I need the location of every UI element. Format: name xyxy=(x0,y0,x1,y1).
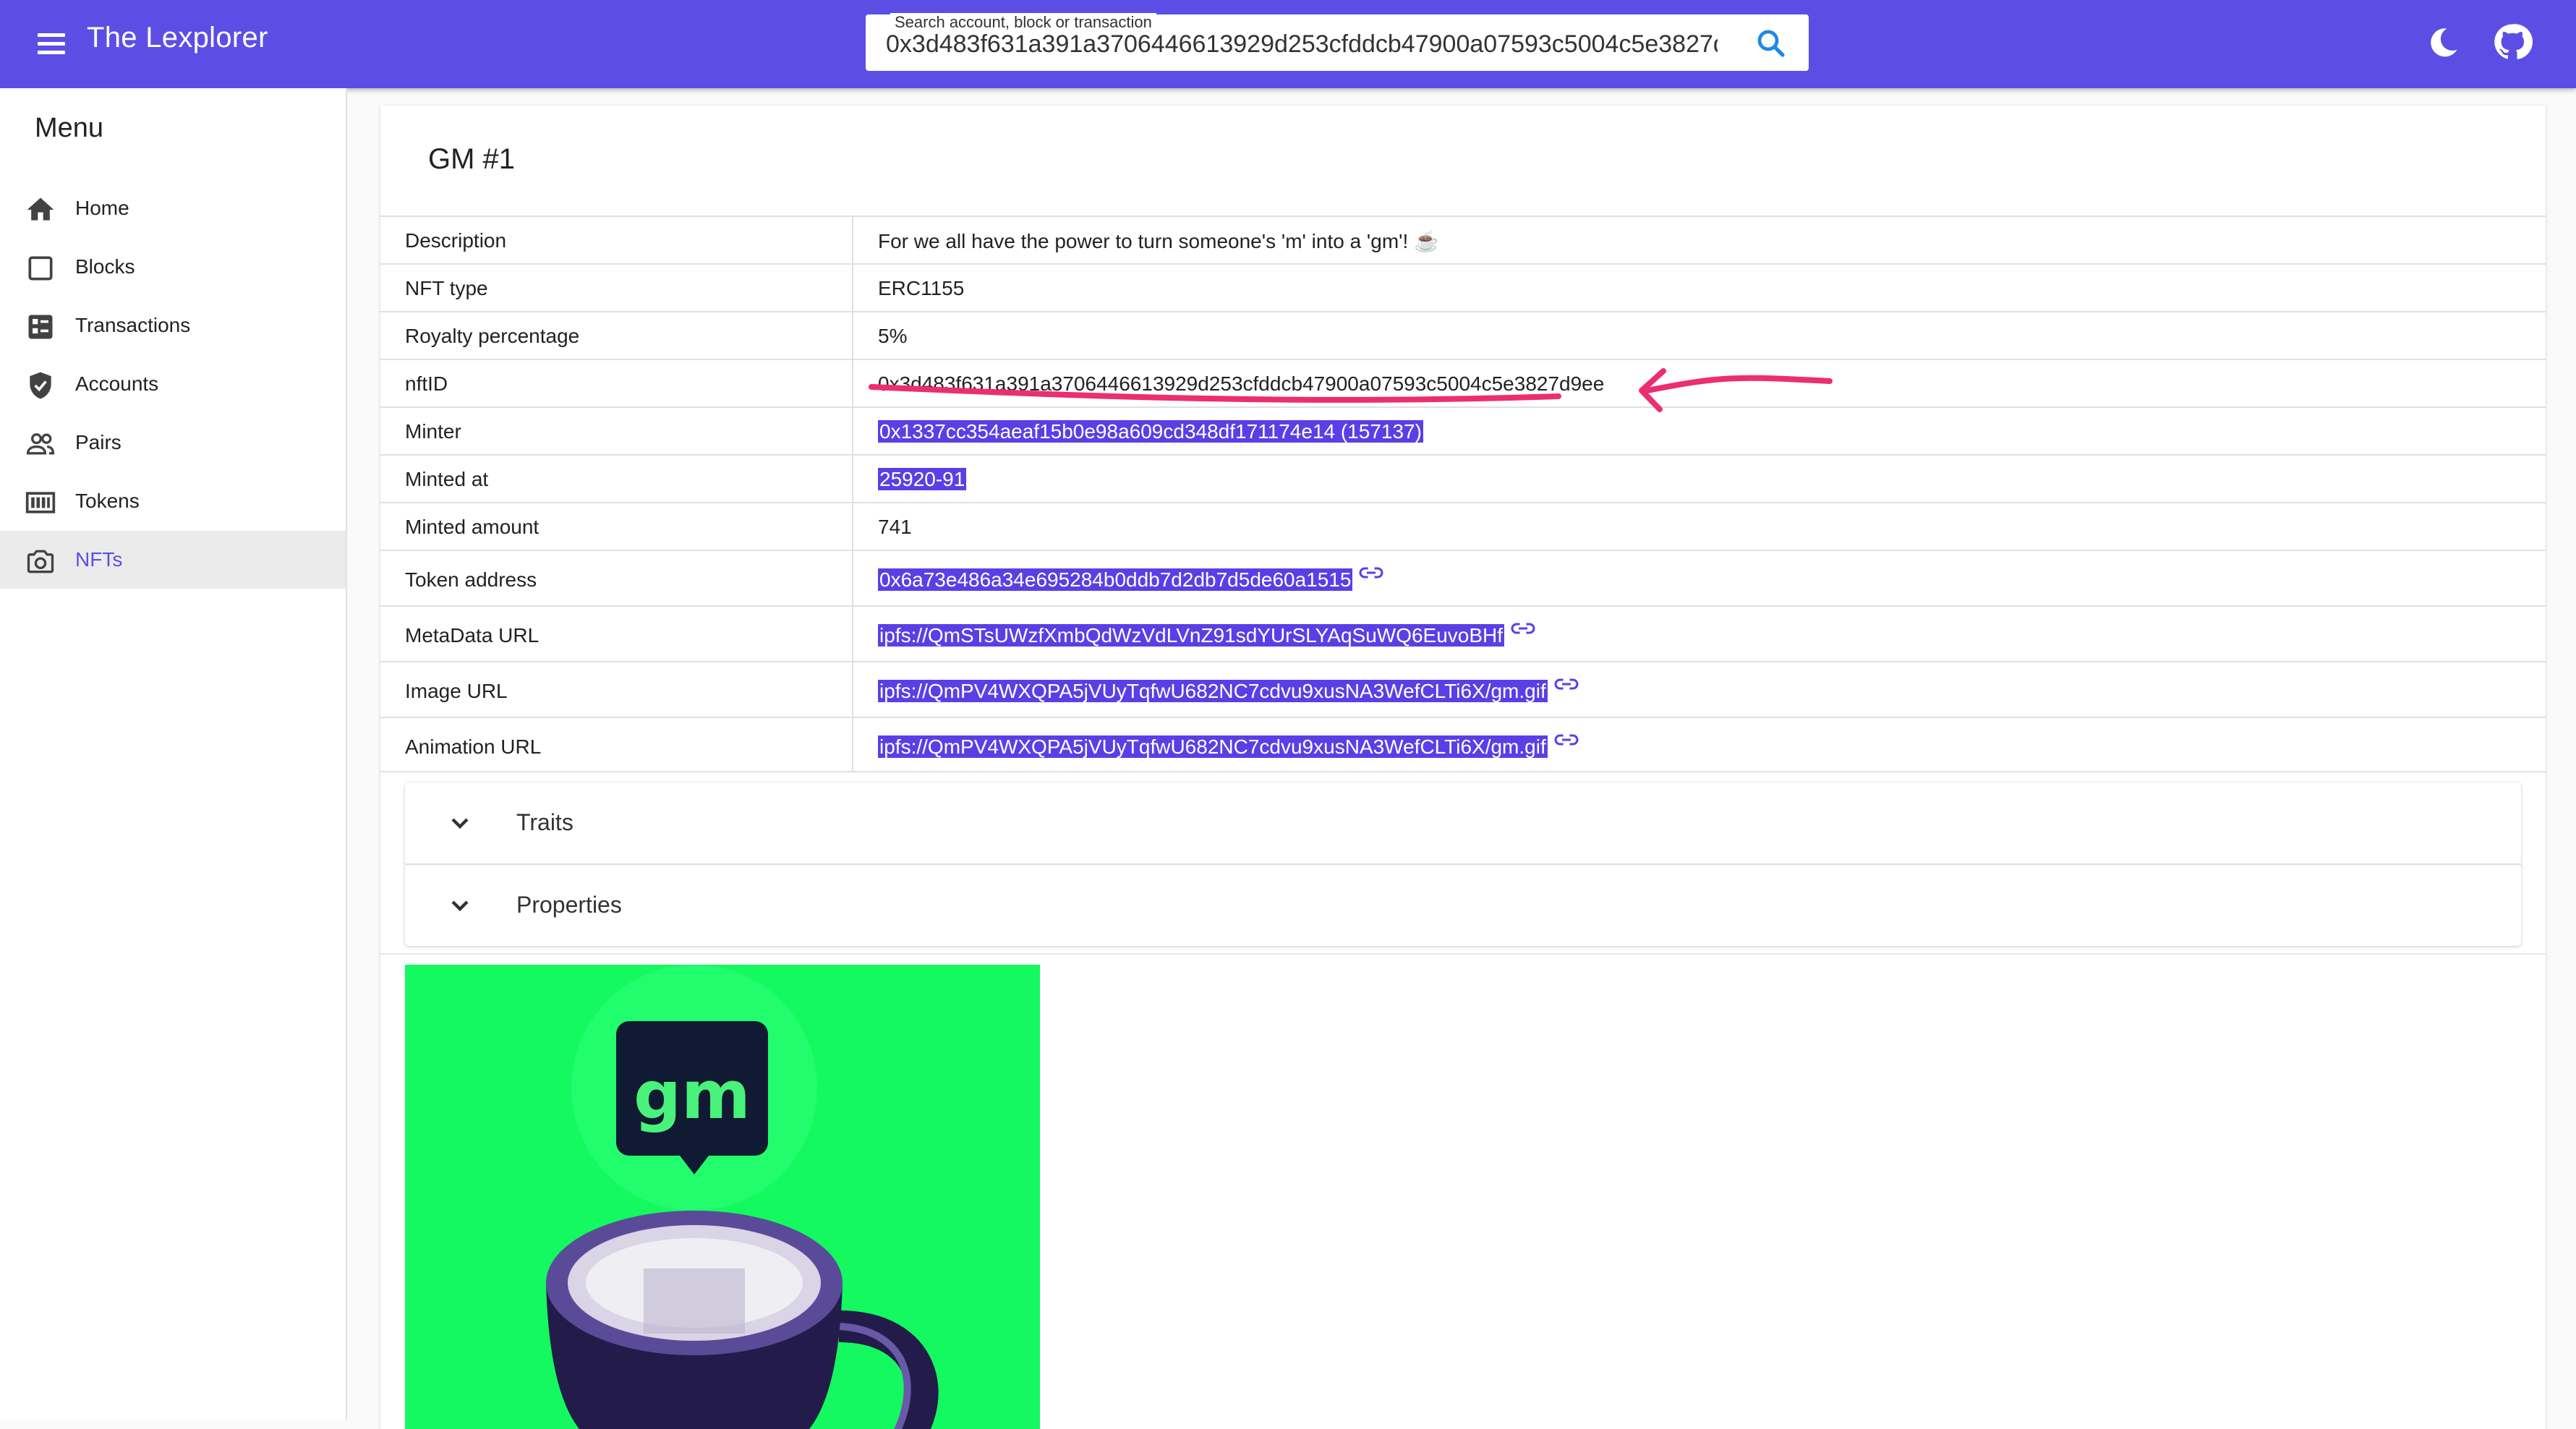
row-key: Animation URL xyxy=(405,735,542,758)
sidebar-item-home[interactable]: Home xyxy=(0,179,346,237)
row-key: Description xyxy=(405,229,507,252)
app-bar: The Lexplorer Search account, block or t… xyxy=(0,0,2576,88)
search-input[interactable]: 0x3d483f631a391a3706446613929d253cfddcb4… xyxy=(886,30,1718,59)
sidebar-item-label: Blocks xyxy=(75,255,135,278)
people-icon xyxy=(26,433,55,455)
row-key: NFT type xyxy=(405,277,488,299)
menu-icon[interactable] xyxy=(35,27,68,61)
row-key: Minted amount xyxy=(405,516,539,538)
accordion-group: Traits Properties xyxy=(405,782,2521,946)
table-row: Token address 0x6a73e486a34e695284b0ddb7… xyxy=(380,550,2546,605)
external-link-icon[interactable] xyxy=(1358,564,1384,581)
sidebar-item-transactions[interactable]: Transactions xyxy=(0,297,346,354)
sidebar-item-label: Accounts xyxy=(75,372,159,395)
table-row: NFT type ERC1155 xyxy=(380,263,2546,311)
row-value: For we all have the power to turn someon… xyxy=(878,230,1439,252)
metadata-url-link[interactable]: ipfs://QmSTsUWzfXmbQdWzVdLVnZ91sdYUrSLYA… xyxy=(878,623,1536,647)
chevron-down-icon xyxy=(451,818,469,829)
gm-coffee-illustration: gm xyxy=(405,965,1040,1429)
table-row: MetaData URL ipfs://QmSTsUWzfXmbQdWzVdLV… xyxy=(380,605,2546,661)
home-icon xyxy=(27,197,54,221)
sidebar-item-label: Home xyxy=(75,197,129,219)
minter-link[interactable]: 0x1337cc354aeaf15b0e98a609cd348df171174e… xyxy=(878,420,1423,443)
list-icon xyxy=(28,315,53,339)
nft-detail-card: GM #1 Description For we all have the po… xyxy=(380,106,2546,1429)
external-link-icon[interactable] xyxy=(1510,620,1536,637)
accordion-label: Properties xyxy=(516,892,622,918)
external-link-icon[interactable] xyxy=(1553,675,1579,693)
table-row: nftID 0x3d483f631a391a3706446613929d253c… xyxy=(380,359,2546,406)
chevron-down-icon xyxy=(451,900,469,912)
row-key: Minter xyxy=(405,420,461,443)
token-address-link[interactable]: 0x6a73e486a34e695284b0ddb7d2db7d5de60a15… xyxy=(878,567,1384,592)
row-key: Royalty percentage xyxy=(405,325,580,347)
minted-at-link[interactable]: 25920-91 xyxy=(878,468,967,491)
search-icon[interactable] xyxy=(1754,26,1788,61)
table-row: Description For we all have the power to… xyxy=(380,216,2546,263)
sidebar-title: Menu xyxy=(35,113,104,143)
sidebar: Menu Home Blocks Transactions Accounts P… xyxy=(0,88,347,1420)
nft-id-value: 0x3d483f631a391a3706446613929d253cfddcb4… xyxy=(878,372,1605,395)
page-title: GM #1 xyxy=(428,143,516,175)
table-row: Minted at 25920-91 xyxy=(380,454,2546,502)
sidebar-item-label: Pairs xyxy=(75,431,121,453)
image-url-link[interactable]: ipfs://QmPV4WXQPA5jVUyTqfwU682NC7cdvu9xu… xyxy=(878,678,1579,703)
camera-icon xyxy=(27,550,54,573)
nft-detail-table: Description For we all have the power to… xyxy=(380,216,2546,772)
sidebar-item-accounts[interactable]: Accounts xyxy=(0,355,346,413)
square-icon xyxy=(28,256,53,281)
sidebar-item-label: Transactions xyxy=(75,314,191,336)
gm-sign-text: gm xyxy=(634,1057,751,1134)
sidebar-item-pairs[interactable]: Pairs xyxy=(0,414,346,472)
token-icon xyxy=(25,492,56,513)
github-icon[interactable] xyxy=(2492,22,2533,62)
table-row: Minter 0x1337cc354aeaf15b0e98a609cd348df… xyxy=(380,406,2546,454)
row-value: 5% xyxy=(878,325,908,347)
sidebar-item-label: NFTs xyxy=(75,548,123,571)
row-key: Token address xyxy=(405,568,537,591)
nft-image: gm xyxy=(405,965,1040,1429)
search-field[interactable]: Search account, block or transaction 0x3… xyxy=(866,13,1809,71)
sidebar-item-tokens[interactable]: Tokens xyxy=(0,472,346,530)
accordion-label: Traits xyxy=(516,809,573,835)
table-row: Royalty percentage 5% xyxy=(380,311,2546,359)
row-key: nftID xyxy=(405,372,448,395)
shield-check-icon xyxy=(30,372,51,399)
animation-url-link[interactable]: ipfs://QmPV4WXQPA5jVUyTqfwU682NC7cdvu9xu… xyxy=(878,734,1579,759)
table-row: Image URL ipfs://QmPV4WXQPA5jVUyTqfwU682… xyxy=(380,661,2546,717)
dark-mode-moon-icon[interactable] xyxy=(2424,24,2462,61)
row-value: 741 xyxy=(878,516,912,538)
sidebar-item-nfts[interactable]: NFTs xyxy=(0,531,346,589)
properties-accordion[interactable]: Properties xyxy=(405,863,2521,946)
row-value: ERC1155 xyxy=(878,277,965,299)
sidebar-item-blocks[interactable]: Blocks xyxy=(0,238,346,296)
divider xyxy=(380,953,2546,955)
table-row: Minted amount 741 xyxy=(380,502,2546,550)
table-row: Animation URL ipfs://QmPV4WXQPA5jVUyTqfw… xyxy=(380,717,2546,772)
row-key: Minted at xyxy=(405,468,489,490)
app-title[interactable]: The Lexplorer xyxy=(87,22,268,54)
external-link-icon[interactable] xyxy=(1553,731,1579,748)
sidebar-item-label: Tokens xyxy=(75,490,140,512)
traits-accordion[interactable]: Traits xyxy=(405,782,2521,863)
search-label: Search account, block or transaction xyxy=(890,13,1156,32)
row-key: Image URL xyxy=(405,680,508,702)
row-key: MetaData URL xyxy=(405,624,539,647)
